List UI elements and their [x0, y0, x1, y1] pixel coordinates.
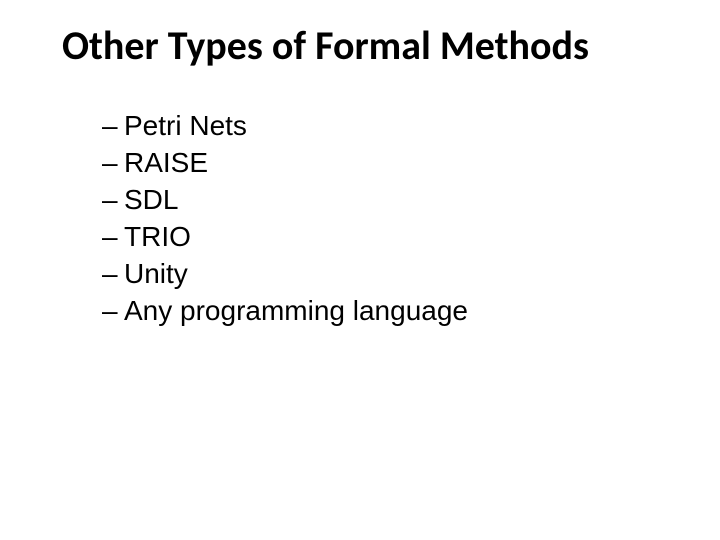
bullet-text: SDL: [124, 182, 178, 217]
list-item: – TRIO: [102, 219, 468, 254]
list-item: – Any programming language: [102, 293, 468, 328]
bullet-dash: –: [102, 256, 124, 291]
slide-title: Other Types of Formal Methods: [62, 24, 680, 68]
bullet-dash: –: [102, 219, 124, 254]
bullet-text: Unity: [124, 256, 188, 291]
bullet-dash: –: [102, 145, 124, 180]
bullet-dash: –: [102, 108, 124, 143]
list-item: – Unity: [102, 256, 468, 291]
bullet-text: RAISE: [124, 145, 208, 180]
slide: Other Types of Formal Methods – Petri Ne…: [0, 0, 720, 540]
bullet-text: TRIO: [124, 219, 191, 254]
list-item: – Petri Nets: [102, 108, 468, 143]
list-item: – SDL: [102, 182, 468, 217]
bullet-text: Any programming language: [124, 293, 468, 328]
bullet-dash: –: [102, 293, 124, 328]
bullet-dash: –: [102, 182, 124, 217]
slide-body: – Petri Nets – RAISE – SDL – TRIO – Unit…: [102, 108, 468, 330]
bullet-text: Petri Nets: [124, 108, 247, 143]
list-item: – RAISE: [102, 145, 468, 180]
